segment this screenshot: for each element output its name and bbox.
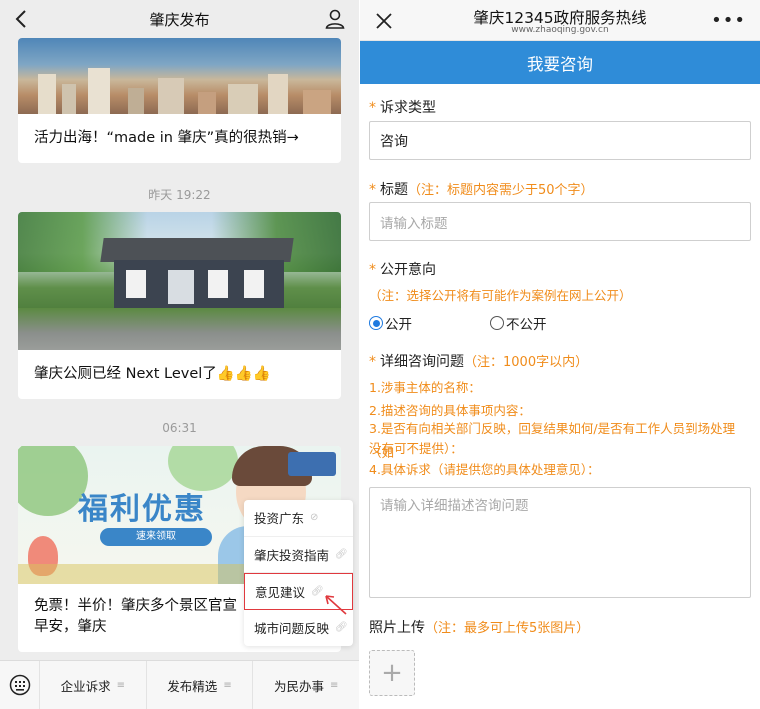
user-profile-icon[interactable] xyxy=(323,7,347,31)
public-label-text: 公开意向 xyxy=(380,262,436,278)
detail-hint: 没有可不提供）： xyxy=(369,441,463,456)
article-image-city-aerial xyxy=(18,38,341,114)
annotation-arrow-icon xyxy=(325,595,347,615)
chat-top-bar: 肇庆发布 xyxy=(0,0,359,38)
back-icon[interactable] xyxy=(8,6,34,32)
photo-note: （注：最多可上传5张图片） xyxy=(425,621,590,636)
title-label-text: 标题 xyxy=(380,182,408,198)
mini-program-icon: ⊘ xyxy=(310,512,319,524)
detail-label-text: 详细咨询问题 xyxy=(380,354,464,370)
more-options-icon[interactable]: ••• xyxy=(711,10,746,31)
submenu-item-invest-guide[interactable]: 肇庆投资指南 🔗︎ xyxy=(244,537,353,573)
webview-top-bar: 肇庆12345政府服务热线 www.zhaoqing.gov.cn ••• xyxy=(360,0,760,41)
photo-label-text: 照片上传 xyxy=(369,620,425,636)
submenu-label: 意见建议 xyxy=(255,584,306,600)
detail-note: （注：1000字以内） xyxy=(464,355,589,370)
public-field-label: * 公开意向 xyxy=(369,259,436,279)
article-caption: 活力出海！“made in 肇庆”真的很热销→ xyxy=(34,130,299,146)
radio-not-public-label: 不公开 xyxy=(506,317,547,333)
photo-field-label: 照片上传（注：最多可上传5张图片） xyxy=(369,617,589,637)
public-radio-group: 公开 不公开 xyxy=(369,314,547,333)
hotline-form-panel: 肇庆12345政府服务热线 www.zhaoqing.gov.cn ••• 我要… xyxy=(360,0,760,709)
menu-tab-label: 为民办事 xyxy=(273,678,324,694)
keyboard-icon[interactable] xyxy=(0,660,40,709)
title-field-label: * 标题（注：标题内容需少于50个字） xyxy=(369,179,594,199)
type-select[interactable]: 咨询 xyxy=(369,121,751,160)
link-icon: 🔗︎ xyxy=(335,548,348,560)
submenu-label: 肇庆投资指南 xyxy=(254,547,330,563)
detail-hint: 1.涉事主体的名称： xyxy=(369,380,481,395)
required-mark: * xyxy=(369,262,376,278)
chat-timestamp: 06:31 xyxy=(162,421,197,435)
required-mark: * xyxy=(369,182,376,198)
menu-lines-icon: ≡ xyxy=(116,679,126,691)
detail-textarea[interactable]: 请输入详细描述咨询问题 xyxy=(369,487,751,598)
menu-tab-services[interactable]: 为民办事 ≡ xyxy=(253,661,359,709)
promo-banner-text: 福利优惠 xyxy=(78,492,206,527)
official-account-menu-bar: 企业诉求 ≡ 发布精选 ≡ 为民办事 ≡ xyxy=(0,660,359,709)
promo-banner-button: 速来领取 xyxy=(100,528,212,546)
type-label-text: 诉求类型 xyxy=(380,100,436,116)
wechat-chat-panel: 肇庆发布 活力出海！“made in 肇庆”真的很热销→ 昨天 19:22 肇庆… xyxy=(0,0,359,709)
required-mark: * xyxy=(369,354,376,370)
detail-hint: 4.具体诉求（请提供您的具体处理意见）： xyxy=(369,462,600,477)
photo-upload-button[interactable]: + xyxy=(369,650,415,696)
article-card-toilet[interactable]: 肇庆公厕已经 Next Level了👍👍👍 xyxy=(18,212,341,400)
menu-tab-label: 企业诉求 xyxy=(60,678,111,694)
article-card-export[interactable]: 活力出海！“made in 肇庆”真的很热销→ xyxy=(18,38,341,164)
type-field-label: * 诉求类型 xyxy=(369,97,436,117)
menu-lines-icon: ≡ xyxy=(329,679,339,691)
detail-field-label: * 详细咨询问题（注：1000字以内） xyxy=(369,351,588,371)
plus-icon: + xyxy=(381,658,403,688)
menu-tab-featured[interactable]: 发布精选 ≡ xyxy=(147,660,254,709)
radio-public[interactable] xyxy=(369,316,383,330)
submenu-label: 城市问题反映 xyxy=(254,621,330,637)
title-note: （注：标题内容需少于50个字） xyxy=(408,183,594,198)
submenu-item-invest-guangdong[interactable]: 投资广东 ⊘ xyxy=(244,500,353,537)
radio-not-public[interactable] xyxy=(490,316,504,330)
chat-title: 肇庆发布 xyxy=(149,10,210,29)
chat-timestamp: 昨天 19:22 xyxy=(148,188,211,202)
menu-tab-label: 发布精选 xyxy=(167,678,218,694)
required-mark: * xyxy=(369,100,376,116)
radio-public-label: 公开 xyxy=(385,317,412,333)
submenu-label: 投资广东 xyxy=(254,511,305,527)
screenshot-root: 肇庆发布 活力出海！“made in 肇庆”真的很热销→ 昨天 19:22 肇庆… xyxy=(0,0,760,709)
article-caption: 肇庆公厕已经 Next Level了👍👍👍 xyxy=(34,366,271,382)
link-icon: 🔗︎ xyxy=(335,622,348,634)
site-url: www.zhaoqing.gov.cn xyxy=(511,25,609,35)
title-input[interactable]: 请输入标题 xyxy=(369,202,751,241)
public-note: （注：选择公开将有可能作为案例在网上公开） xyxy=(369,288,632,303)
article-image-public-toilet xyxy=(18,212,341,350)
page-header: 我要咨询 xyxy=(360,41,760,84)
menu-tab-enterprise[interactable]: 企业诉求 ≡ xyxy=(40,660,147,709)
service-submenu: 投资广东 ⊘ 肇庆投资指南 🔗︎ 意见建议 🔗︎ 城市问题反映 🔗︎ xyxy=(244,500,353,646)
menu-lines-icon: ≡ xyxy=(223,679,232,691)
